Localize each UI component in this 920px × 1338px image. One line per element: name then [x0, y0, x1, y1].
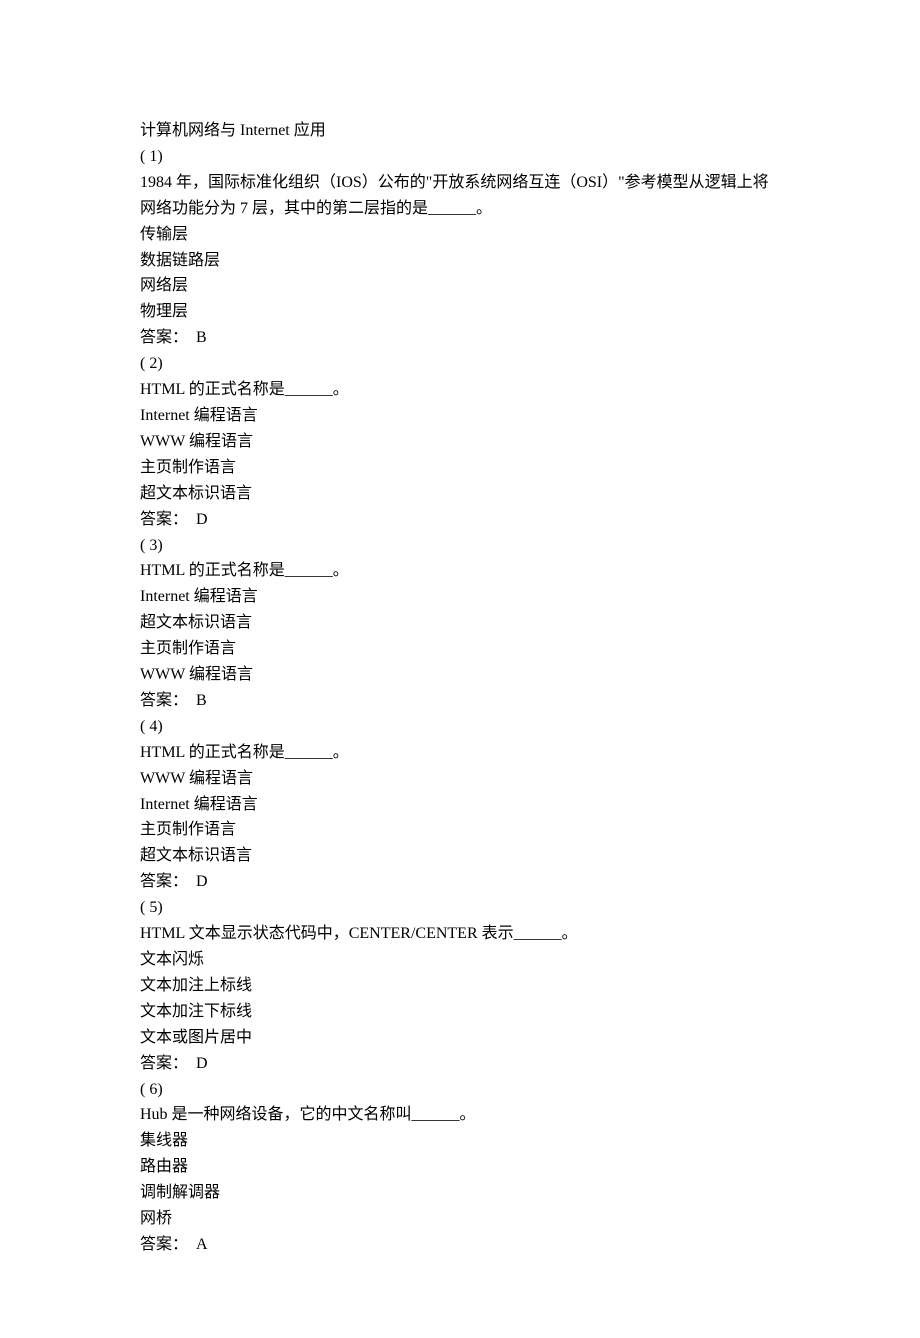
- question-option: Internet 编程语言: [140, 403, 780, 429]
- question-number: ( 3): [140, 533, 780, 559]
- question-stem: 1984 年，国际标准化组织（IOS）公布的"开放系统网络互连（OSI）"参考模…: [140, 170, 780, 222]
- question-option: 文本加注上标线: [140, 973, 780, 999]
- question-number: ( 2): [140, 351, 780, 377]
- question-option: 超文本标识语言: [140, 843, 780, 869]
- question-option: Internet 编程语言: [140, 584, 780, 610]
- question-option: 主页制作语言: [140, 455, 780, 481]
- question-option: 网桥: [140, 1206, 780, 1232]
- question-number: ( 4): [140, 714, 780, 740]
- question-option: 集线器: [140, 1128, 780, 1154]
- question-option: 超文本标识语言: [140, 610, 780, 636]
- question-answer: 答案： A: [140, 1232, 780, 1258]
- question-stem: HTML 的正式名称是______。: [140, 740, 780, 766]
- question-stem: HTML 的正式名称是______。: [140, 558, 780, 584]
- question-answer: 答案： B: [140, 688, 780, 714]
- question-option: 调制解调器: [140, 1180, 780, 1206]
- question-option: 数据链路层: [140, 248, 780, 274]
- question-option: WWW 编程语言: [140, 662, 780, 688]
- question-stem: Hub 是一种网络设备，它的中文名称叫______。: [140, 1102, 780, 1128]
- question-option: 传输层: [140, 222, 780, 248]
- question-option: 主页制作语言: [140, 817, 780, 843]
- question-option: 文本闪烁: [140, 947, 780, 973]
- question-option: 网络层: [140, 273, 780, 299]
- question-option: Internet 编程语言: [140, 792, 780, 818]
- question-option: 物理层: [140, 299, 780, 325]
- question-stem: HTML 的正式名称是______。: [140, 377, 780, 403]
- question-answer: 答案： D: [140, 1051, 780, 1077]
- question-number: ( 5): [140, 895, 780, 921]
- document-title: 计算机网络与 Internet 应用: [140, 118, 780, 144]
- question-number: ( 6): [140, 1077, 780, 1103]
- question-option: 超文本标识语言: [140, 481, 780, 507]
- question-option: 主页制作语言: [140, 636, 780, 662]
- document-page: 计算机网络与 Internet 应用 ( 1) 1984 年，国际标准化组织（I…: [0, 0, 920, 1338]
- question-answer: 答案： D: [140, 869, 780, 895]
- question-option: 文本加注下标线: [140, 999, 780, 1025]
- question-option: WWW 编程语言: [140, 429, 780, 455]
- question-answer: 答案： D: [140, 507, 780, 533]
- question-option: 文本或图片居中: [140, 1025, 780, 1051]
- question-option: 路由器: [140, 1154, 780, 1180]
- question-option: WWW 编程语言: [140, 766, 780, 792]
- question-stem: HTML 文本显示状态代码中，CENTER/CENTER 表示______。: [140, 921, 780, 947]
- question-answer: 答案： B: [140, 325, 780, 351]
- question-number: ( 1): [140, 144, 780, 170]
